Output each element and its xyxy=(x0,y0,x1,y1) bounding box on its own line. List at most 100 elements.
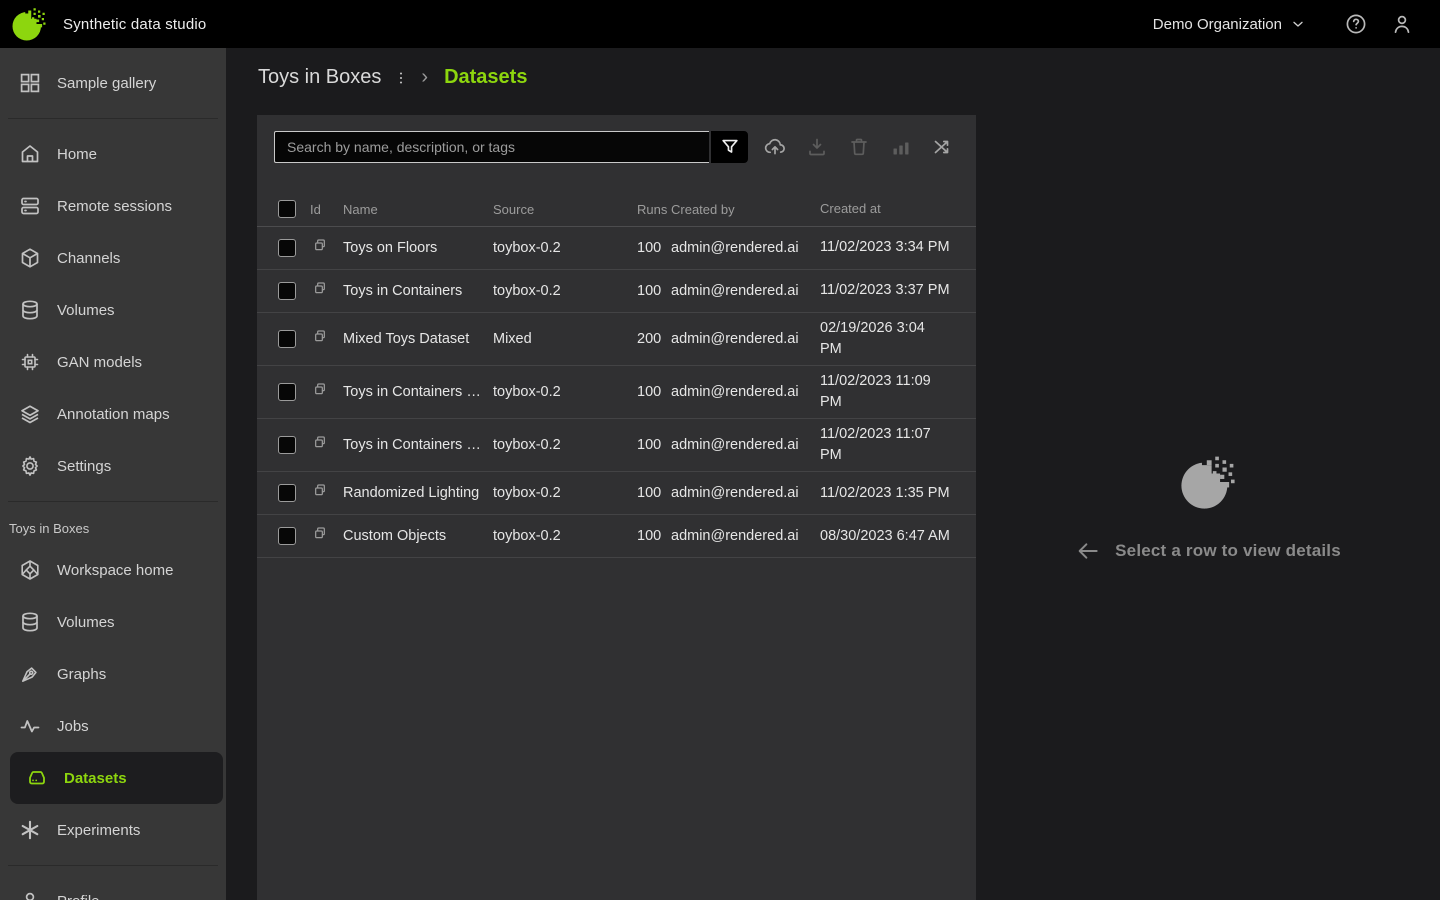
workspace-icon xyxy=(18,558,42,582)
kebab-menu-icon[interactable] xyxy=(392,68,410,88)
profile-button[interactable] xyxy=(1390,12,1414,36)
drive-icon xyxy=(25,766,49,790)
copy-icon xyxy=(310,236,330,256)
download-icon xyxy=(805,135,829,159)
table-row[interactable]: Toys on Floors toybox-0.2 100 admin@rend… xyxy=(257,227,976,270)
person-icon xyxy=(1390,12,1414,36)
column-header-created-at: Created at xyxy=(820,195,950,224)
dataset-name: Toys in Containers xyxy=(343,278,493,304)
copy-id-button[interactable] xyxy=(310,236,330,256)
app-title: Synthetic data studio xyxy=(63,16,206,33)
compare-button[interactable] xyxy=(931,135,955,159)
copy-icon xyxy=(310,433,330,453)
delete-button xyxy=(847,135,871,159)
upload-button[interactable] xyxy=(763,135,787,159)
row-checkbox[interactable] xyxy=(278,282,296,300)
sidebar-item-graphs[interactable]: Graphs xyxy=(0,648,226,700)
sidebar-item-label: Home xyxy=(57,146,97,163)
sidebar-item-label: Graphs xyxy=(57,666,106,683)
breadcrumb-workspace[interactable]: Toys in Boxes xyxy=(258,66,381,89)
dataset-runs: 100 xyxy=(637,480,671,506)
select-all-checkbox[interactable] xyxy=(278,200,296,218)
copy-id-button[interactable] xyxy=(310,380,330,400)
copy-id-button[interactable] xyxy=(310,524,330,544)
row-checkbox[interactable] xyxy=(278,383,296,401)
trash-icon xyxy=(847,135,871,159)
sidebar-item-remote-sessions[interactable]: Remote sessions xyxy=(0,180,226,232)
person-icon xyxy=(18,889,42,900)
app-logo-icon[interactable] xyxy=(11,6,47,42)
database-icon xyxy=(18,298,42,322)
table-row[interactable]: Toys in Containers toybox-0.2 100 admin@… xyxy=(257,270,976,313)
dataset-runs: 100 xyxy=(637,379,671,405)
row-checkbox[interactable] xyxy=(278,484,296,502)
table-row[interactable]: Toys in Containers - V... toybox-0.2 100… xyxy=(257,366,976,419)
table-row[interactable]: Mixed Toys Dataset Mixed 200 admin@rende… xyxy=(257,313,976,366)
dataset-created-at: 11/02/2023 11:09 PM xyxy=(820,366,950,418)
sidebar-item-gan-models[interactable]: GAN models xyxy=(0,336,226,388)
dataset-created-at: 11/02/2023 1:35 PM xyxy=(820,478,950,509)
table-row[interactable]: Toys in Containers - ... toybox-0.2 100 … xyxy=(257,419,976,472)
column-header-source: Source xyxy=(493,197,637,222)
grid-icon xyxy=(18,71,42,95)
sidebar-item-experiments[interactable]: Experiments xyxy=(0,804,226,856)
sidebar-item-workspace-home[interactable]: Workspace home xyxy=(0,544,226,596)
sidebar-item-label: Volumes xyxy=(57,302,115,319)
sidebar-item-annotation-maps[interactable]: Annotation maps xyxy=(0,388,226,440)
row-checkbox[interactable] xyxy=(278,436,296,454)
table-row[interactable]: Randomized Lighting toybox-0.2 100 admin… xyxy=(257,472,976,515)
filter-funnel-icon xyxy=(719,136,741,158)
dataset-source: toybox-0.2 xyxy=(493,432,637,458)
copy-icon xyxy=(310,380,330,400)
copy-id-button[interactable] xyxy=(310,279,330,299)
copy-icon xyxy=(310,327,330,347)
org-switcher[interactable]: Demo Organization xyxy=(1153,16,1306,33)
dataset-runs: 100 xyxy=(637,523,671,549)
sidebar-item-volumes[interactable]: Volumes xyxy=(0,284,226,336)
dataset-created-by: admin@rendered.ai xyxy=(671,278,820,304)
placeholder-text: Select a row to view details xyxy=(1115,541,1341,561)
table-row[interactable]: Custom Objects toybox-0.2 100 admin@rend… xyxy=(257,515,976,558)
download-button xyxy=(805,135,829,159)
filter-button[interactable] xyxy=(711,131,748,163)
sidebar-item-datasets[interactable]: Datasets xyxy=(10,752,223,804)
dataset-name: Toys in Containers - V... xyxy=(343,379,493,405)
copy-id-button[interactable] xyxy=(310,433,330,453)
bar-chart-icon xyxy=(889,135,913,159)
copy-id-button[interactable] xyxy=(310,481,330,501)
activity-icon xyxy=(18,714,42,738)
watermark-logo-icon xyxy=(1179,453,1237,511)
workspace-section-label: Toys in Boxes xyxy=(0,511,226,544)
row-checkbox[interactable] xyxy=(278,330,296,348)
row-checkbox[interactable] xyxy=(278,239,296,257)
sidebar-item-ws-volumes[interactable]: Volumes xyxy=(0,596,226,648)
dataset-source: Mixed xyxy=(493,326,637,352)
chip-icon xyxy=(18,350,42,374)
cloud-upload-icon xyxy=(763,135,787,159)
help-button[interactable] xyxy=(1344,12,1368,36)
sidebar-item-label: GAN models xyxy=(57,354,142,371)
dataset-runs: 100 xyxy=(637,278,671,304)
sidebar-item-label: Datasets xyxy=(64,770,127,787)
dataset-source: toybox-0.2 xyxy=(493,379,637,405)
breadcrumb-current: Datasets xyxy=(444,66,527,89)
sidebar-item-label: Jobs xyxy=(57,718,89,735)
sidebar-item-profile[interactable]: Profile xyxy=(0,875,226,900)
analytics-button xyxy=(889,135,913,159)
help-icon xyxy=(1344,12,1368,36)
dataset-source: toybox-0.2 xyxy=(493,235,637,261)
search-input[interactable] xyxy=(274,131,709,163)
row-checkbox[interactable] xyxy=(278,527,296,545)
dataset-created-at: 08/30/2023 6:47 AM xyxy=(820,521,950,552)
copy-id-button[interactable] xyxy=(310,327,330,347)
dataset-created-at: 11/02/2023 11:07 PM xyxy=(820,419,950,471)
sidebar-item-settings[interactable]: Settings xyxy=(0,440,226,492)
sidebar-item-jobs[interactable]: Jobs xyxy=(0,700,226,752)
copy-icon xyxy=(310,279,330,299)
sidebar-item-sample-gallery[interactable]: Sample gallery xyxy=(0,57,226,109)
sidebar-item-home[interactable]: Home xyxy=(0,128,226,180)
sidebar-item-label: Experiments xyxy=(57,822,140,839)
dataset-runs: 200 xyxy=(637,326,671,352)
sidebar-item-channels[interactable]: Channels xyxy=(0,232,226,284)
dataset-name: Randomized Lighting xyxy=(343,480,493,506)
